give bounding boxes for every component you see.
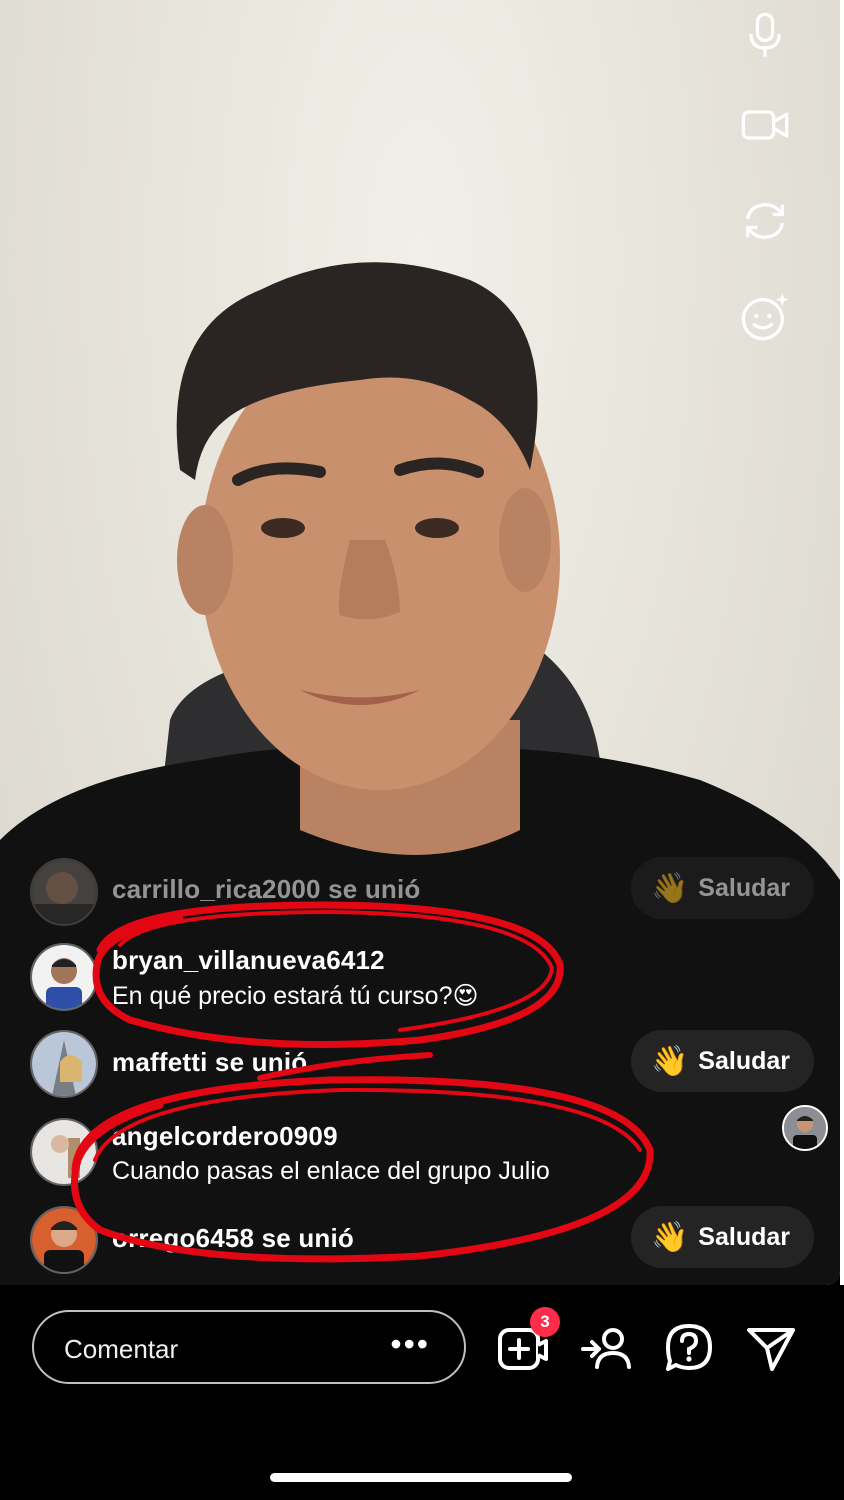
- face-effects-icon: [741, 293, 789, 341]
- live-comments-feed: carrillo_rica2000 se unió 👋 Saludar brya…: [0, 850, 840, 1280]
- comment-row-join: orrego6458 se unió 👋 Saludar: [30, 1206, 814, 1276]
- question-icon: [666, 1324, 712, 1371]
- invite-button[interactable]: [580, 1321, 634, 1375]
- comment-row-join: carrillo_rica2000 se unió 👋 Saludar: [30, 855, 814, 926]
- comment-box[interactable]: •••: [32, 1310, 466, 1384]
- flip-camera-icon: [746, 203, 784, 239]
- join-notice: maffetti se unió: [112, 1047, 308, 1077]
- comment-row-join: maffetti se unió 👋 Saludar: [30, 1030, 814, 1100]
- avatar[interactable]: [30, 1206, 98, 1274]
- wave-button[interactable]: 👋 Saludar: [630, 857, 814, 919]
- comment-username[interactable]: angelcordero0909: [112, 1121, 338, 1152]
- send-icon: [747, 1328, 795, 1371]
- viewer-avatar[interactable]: [782, 1105, 828, 1151]
- wave-button-label: Saludar: [698, 873, 790, 902]
- wave-emoji: 👋: [650, 1220, 689, 1254]
- questions-button[interactable]: [662, 1321, 716, 1375]
- microphone-icon: [749, 12, 781, 57]
- add-person-icon: [581, 1328, 631, 1369]
- share-button[interactable]: [744, 1321, 798, 1375]
- bottom-toolbar: ••• 3: [0, 1285, 844, 1500]
- video-camera-icon: [741, 110, 789, 140]
- requests-badge: 3: [530, 1307, 560, 1337]
- wave-button-label: Saludar: [698, 1046, 790, 1075]
- comment-input[interactable]: [62, 1330, 386, 1368]
- avatar[interactable]: [30, 943, 98, 1011]
- screen-edge: [840, 0, 844, 1285]
- comment-row: bryan_villanueva6412 En qué precio estar…: [30, 940, 814, 1011]
- flip-camera-button[interactable]: [730, 186, 800, 256]
- camera-toggle-button[interactable]: [730, 90, 800, 160]
- comment-username[interactable]: bryan_villanueva6412: [112, 945, 385, 976]
- more-options-icon[interactable]: •••: [390, 1326, 430, 1363]
- avatar[interactable]: [30, 1030, 98, 1098]
- microphone-button[interactable]: [730, 0, 800, 70]
- home-indicator[interactable]: [270, 1473, 572, 1482]
- effects-button[interactable]: [730, 282, 800, 352]
- wave-button-label: Saludar: [698, 1222, 790, 1251]
- comment-text: En qué precio estará tú curso?😍: [112, 982, 479, 1010]
- wave-button[interactable]: 👋 Saludar: [630, 1206, 814, 1268]
- wave-emoji: 👋: [650, 871, 689, 905]
- add-guest-requests-button[interactable]: 3: [496, 1307, 560, 1375]
- live-video: carrillo_rica2000 se unió 👋 Saludar brya…: [0, 0, 840, 1285]
- wave-button[interactable]: 👋 Saludar: [630, 1030, 814, 1092]
- comment-row: angelcordero0909 Cuando pasas el enlace …: [30, 1116, 814, 1186]
- join-notice: carrillo_rica2000 se unió: [112, 874, 421, 904]
- wave-emoji: 👋: [650, 1044, 689, 1078]
- avatar[interactable]: [30, 1118, 98, 1186]
- avatar[interactable]: [30, 858, 98, 926]
- comment-text: Cuando pasas el enlace del grupo Julio: [112, 1157, 550, 1185]
- join-notice: orrego6458 se unió: [112, 1223, 355, 1253]
